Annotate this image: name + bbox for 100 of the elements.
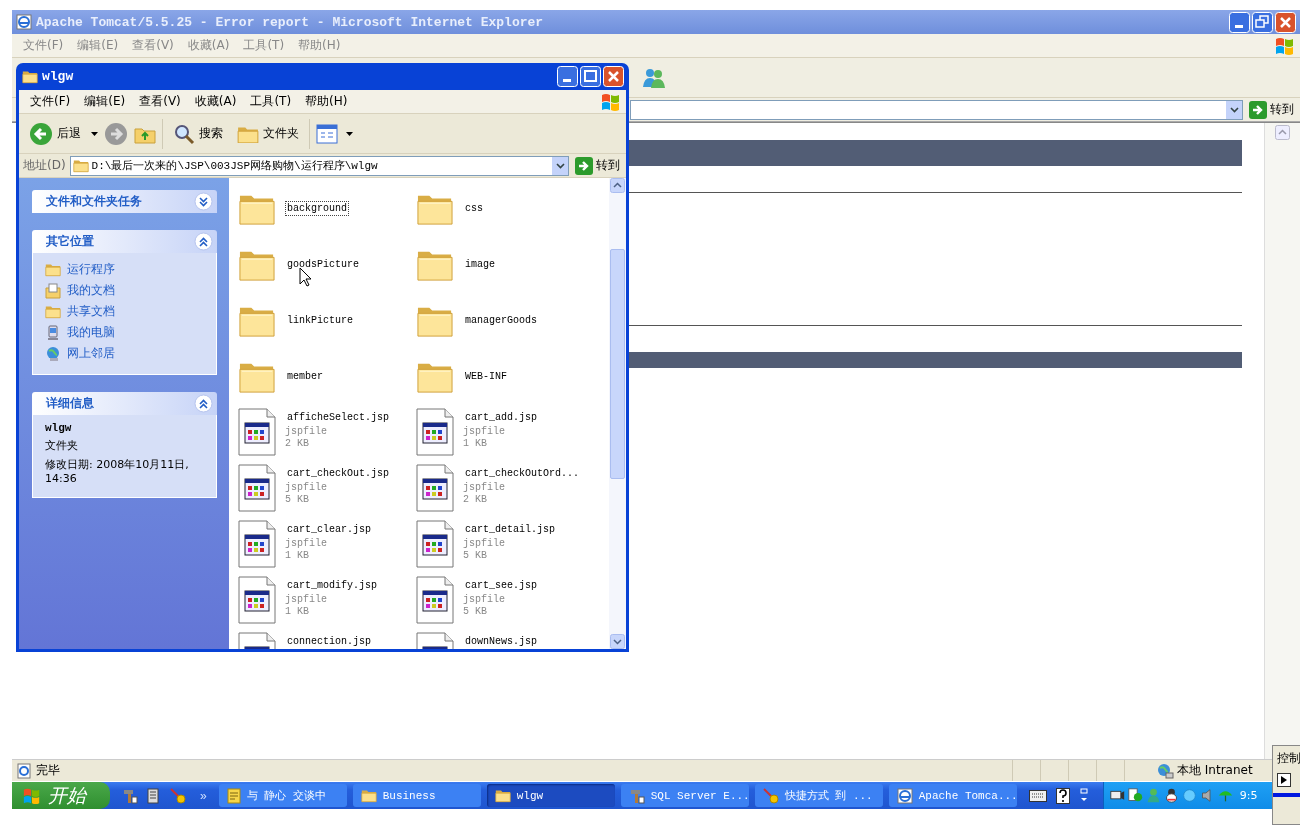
help-icon[interactable]	[1055, 787, 1070, 804]
note-icon	[226, 787, 241, 804]
sidebar-link[interactable]: 运行程序	[45, 261, 206, 278]
hammer-icon[interactable]	[122, 787, 138, 804]
dropdown-arrow-icon[interactable]	[346, 131, 353, 136]
file-name[interactable]: member	[285, 368, 325, 384]
chevron-down-icon	[555, 162, 565, 169]
go-button[interactable]: 转到	[573, 156, 622, 175]
web-page-file-icon	[416, 464, 454, 512]
clock: 9:5	[1239, 789, 1258, 802]
sidebar-link[interactable]: 网上邻居	[45, 345, 206, 362]
folder-icon	[360, 788, 377, 803]
scroll-down-icon[interactable]	[610, 634, 625, 649]
file-name[interactable]: cart_modify.jsp	[285, 578, 379, 594]
file-name[interactable]: downNews.jsp	[463, 634, 539, 649]
computer-icon	[45, 324, 61, 341]
panel-header[interactable]: 文件和文件夹任务	[32, 190, 217, 213]
file-name[interactable]: cart_see.jsp	[463, 578, 539, 594]
scroll-up-icon[interactable]	[1275, 125, 1290, 140]
minimize-icon[interactable]	[557, 66, 578, 87]
file-name[interactable]: image	[463, 256, 497, 272]
media-icon[interactable]	[1127, 788, 1143, 803]
sidebar-link[interactable]: 我的文档	[45, 282, 206, 299]
file-name[interactable]: cart_clear.jsp	[285, 522, 373, 538]
server-icon[interactable]	[146, 787, 162, 804]
taskbar-button[interactable]: Apache Tomca...	[888, 784, 1017, 807]
windows-flag-icon	[22, 786, 42, 805]
file-type: jspfile	[285, 426, 328, 438]
close-icon[interactable]	[603, 66, 624, 87]
taskbar-button[interactable]: Business	[352, 784, 481, 807]
file-name[interactable]: css	[463, 200, 485, 216]
views-icon[interactable]	[316, 122, 340, 145]
web-page-file-icon	[416, 520, 454, 568]
web-page-file-icon	[238, 520, 276, 568]
toolbar-button[interactable]: 后退	[25, 121, 85, 146]
file-name[interactable]: cart_add.jsp	[463, 410, 539, 426]
file-name[interactable]: cart_detail.jsp	[463, 522, 557, 538]
menu-item[interactable]: 工具(T)	[243, 93, 299, 110]
keyboard-icon[interactable]	[1028, 789, 1047, 802]
go-button[interactable]: 转到	[1247, 100, 1296, 119]
maximize-icon[interactable]	[580, 66, 601, 87]
address-field[interactable]: D:\最后一次来的\JSP\003JSP网络购物\运行程序\wlgw	[69, 155, 569, 176]
file-size: 2 KB	[285, 438, 310, 450]
restore-icon[interactable]	[1252, 11, 1273, 33]
penguin-icon[interactable]	[1163, 788, 1179, 803]
scroll-thumb[interactable]	[610, 248, 625, 479]
file-name[interactable]: linkPicture	[285, 312, 355, 328]
browser-icon	[896, 787, 913, 804]
taskbar-button[interactable]: wlgw	[486, 784, 615, 807]
hammer-icon	[628, 787, 645, 804]
menu-item[interactable]: 帮助(H)	[298, 93, 355, 110]
scrollbar[interactable]	[609, 178, 626, 649]
menu-item[interactable]: 编辑(E)	[77, 93, 133, 110]
file-type: jspfile	[285, 594, 328, 606]
wand-icon	[762, 787, 779, 804]
file-name[interactable]: cart_checkOut.jsp	[285, 466, 392, 482]
dropdown-button[interactable]	[552, 156, 568, 175]
folder-type: 文件夹	[45, 438, 79, 453]
menu-item[interactable]: 文件(F)	[23, 93, 78, 110]
close-icon[interactable]	[1275, 11, 1296, 33]
file-type: jspfile	[463, 426, 506, 438]
sidebar-link[interactable]: 共享文档	[45, 303, 206, 320]
file-name[interactable]: goodsPicture	[285, 256, 361, 272]
file-type: jspfile	[285, 482, 328, 494]
address-field[interactable]	[630, 99, 1243, 120]
web-page-file-icon	[416, 408, 454, 456]
web-page-file-icon	[238, 576, 276, 624]
file-name[interactable]: WEB-INF	[463, 368, 509, 384]
restore-small-icon[interactable]	[1078, 787, 1089, 804]
toolbar-button[interactable]: 文件夹	[233, 123, 303, 144]
scroll-up-icon[interactable]	[610, 178, 625, 193]
panel-header[interactable]: 其它位置	[32, 230, 217, 253]
more-button[interactable]: »	[194, 788, 213, 803]
minimize-icon[interactable]	[1229, 11, 1250, 33]
window-title: 控制	[1277, 750, 1300, 767]
taskbar-button[interactable]: 与 静心 交谈中	[218, 784, 347, 807]
file-name[interactable]: background	[285, 200, 349, 216]
dropdown-button[interactable]	[1226, 100, 1242, 119]
file-name[interactable]: afficheSelect.jsp	[285, 410, 392, 426]
menu-item[interactable]: 收藏(A)	[187, 93, 244, 110]
web-page-file-icon	[416, 576, 454, 624]
start-button[interactable]: 开始	[12, 782, 110, 809]
file-size: 2 KB	[463, 494, 488, 506]
file-name[interactable]: cart_checkOutOrd...	[463, 466, 582, 482]
taskbar-button[interactable]: SQL Server E...	[620, 784, 749, 807]
menu-item[interactable]: 查看(V)	[132, 93, 188, 110]
file-name[interactable]: managerGoods	[463, 312, 539, 328]
play-icon[interactable]	[1277, 773, 1291, 787]
file-type: jspfile	[463, 482, 506, 494]
page-icon	[16, 762, 32, 779]
web-page-file-icon	[238, 408, 276, 456]
panel-header[interactable]: 详细信息	[32, 392, 217, 415]
sidebar-link[interactable]: 我的电脑	[45, 324, 206, 341]
taskbar-button[interactable]: 快捷方式 到 ...	[754, 784, 883, 807]
file-size: 5 KB	[463, 550, 488, 562]
file-name[interactable]: connection.jsp	[285, 634, 373, 649]
toolbar-button[interactable]: 搜索	[169, 122, 227, 145]
dropdown-arrow-icon[interactable]	[91, 131, 98, 136]
web-page-file-icon	[238, 464, 276, 512]
wand-icon[interactable]	[170, 787, 186, 804]
